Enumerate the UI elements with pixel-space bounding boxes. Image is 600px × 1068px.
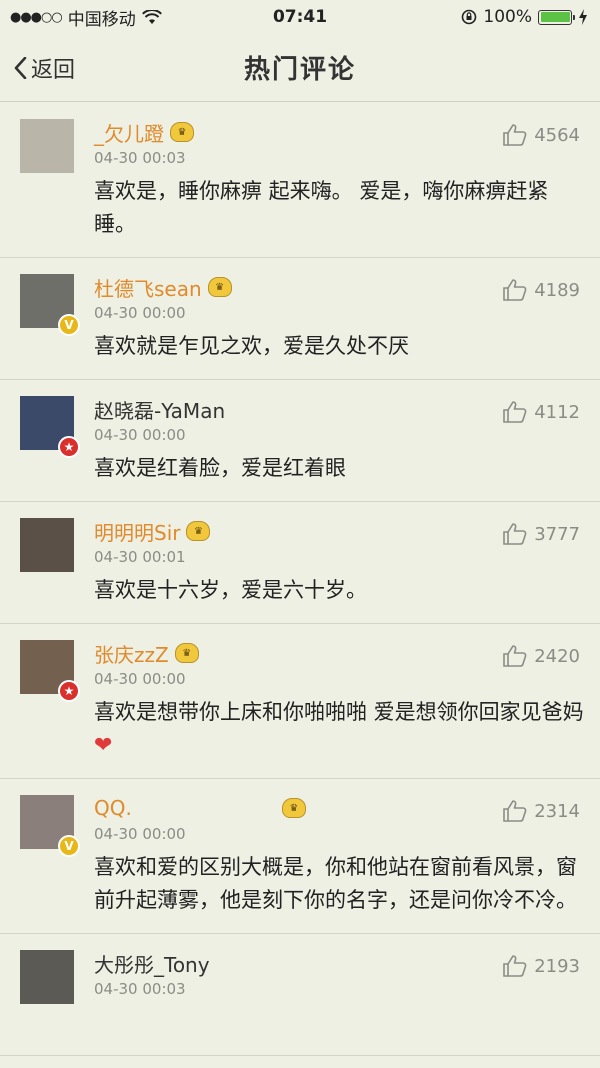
vip-crown-icon: ♛ <box>207 277 232 297</box>
comment-timestamp: 04-30 00:01 <box>94 548 186 566</box>
comment-text: 喜欢就是乍见之欢，爱是久处不厌 <box>94 334 409 358</box>
rotation-lock-icon <box>462 9 477 25</box>
username[interactable]: 大彤彤_Tony <box>94 949 210 978</box>
thumbs-up-icon <box>503 955 527 977</box>
username[interactable]: QQ. <box>94 796 132 820</box>
comment-timestamp: 04-30 00:00 <box>94 825 186 843</box>
comment-text: 喜欢和爱的区别大概是，你和他站在窗前看风景，窗前升起薄雾，他是刻下你的名字，还是… <box>94 855 577 912</box>
verified-badge: ★ <box>58 680 80 702</box>
thumbs-up-icon <box>503 401 527 423</box>
comment-item: V 杜德飞sean ♛ 04-30 00:00 喜欢就是乍见之欢，爱是久处不厌 … <box>0 258 600 380</box>
vip-crown-icon: ♛ <box>170 122 194 142</box>
comment-text <box>94 1006 584 1039</box>
avatar[interactable] <box>20 518 74 572</box>
thumbs-up-icon <box>503 279 527 301</box>
like-button[interactable]: 2193 <box>502 954 580 978</box>
avatar[interactable]: V <box>20 795 80 857</box>
username[interactable]: 杜德飞sean <box>94 273 202 302</box>
comment-text: 喜欢是红着脸，爱是红着眼 <box>94 456 346 480</box>
username[interactable]: _欠儿蹬 <box>94 118 164 147</box>
comment-timestamp: 04-30 00:03 <box>94 149 186 167</box>
avatar[interactable]: V <box>20 274 80 336</box>
verified-badge: ★ <box>58 436 80 458</box>
like-button[interactable]: 2420 <box>502 644 580 668</box>
comment-item: ★ 张庆zzZ ♛ 04-30 00:00 喜欢是想带你上床和你啪啪啪 爱是想领… <box>0 624 600 779</box>
navigation-bar: 返回 热门评论 <box>0 34 600 102</box>
comment-item: 大彤彤_Tony 04-30 00:03 2193 <box>0 934 600 1056</box>
status-bar: ●●●○○ 中国移动 07:41 100% <box>0 0 600 34</box>
like-count: 2420 <box>534 645 580 667</box>
username[interactable]: 赵晓磊-YaMan <box>94 395 225 424</box>
like-count: 4112 <box>534 401 580 423</box>
status-right: 100% <box>461 7 588 27</box>
comment-item: V QQ. ♛ 04-30 00:00 喜欢和爱的区别大概是，你和他站在窗前看风… <box>0 779 600 934</box>
like-count: 4564 <box>534 124 580 146</box>
username[interactable]: 张庆zzZ <box>94 639 169 668</box>
charging-icon <box>579 9 587 25</box>
comment-list: _欠儿蹬 ♛ 04-30 00:03 喜欢是，睡你麻痹 起来嗨。 爱是，嗨你麻痹… <box>0 103 600 1056</box>
comment-text: 喜欢是十六岁，爱是六十岁。 <box>94 578 367 602</box>
back-chevron-icon <box>14 57 27 79</box>
like-button[interactable]: 4112 <box>502 400 580 424</box>
comment-text: 喜欢是，睡你麻痹 起来嗨。 爱是，嗨你麻痹赶紧睡。 <box>94 179 549 236</box>
like-button[interactable]: 2314 <box>502 799 580 823</box>
comment-item: 明明明Sir ♛ 04-30 00:01 喜欢是十六岁，爱是六十岁。 3777 <box>0 502 600 624</box>
vip-crown-icon: ♛ <box>281 798 306 818</box>
like-count: 3777 <box>534 523 580 545</box>
like-button[interactable]: 3777 <box>502 522 580 546</box>
signal-strength-icon: ●●●○○ <box>10 9 63 25</box>
thumbs-up-icon <box>503 645 527 667</box>
avatar[interactable]: ★ <box>20 396 80 458</box>
comment-timestamp: 04-30 00:00 <box>94 304 186 322</box>
username[interactable]: 明明明Sir <box>94 517 180 546</box>
battery-level <box>540 12 570 22</box>
like-count: 2314 <box>534 800 580 822</box>
heart-emoji-icon: ❤ <box>94 733 113 758</box>
comment-timestamp: 04-30 00:03 <box>94 980 186 998</box>
comment-timestamp: 04-30 00:00 <box>94 670 186 688</box>
like-button[interactable]: 4564 <box>502 123 580 147</box>
avatar[interactable]: ★ <box>20 640 80 702</box>
verified-badge: V <box>58 314 80 336</box>
vip-crown-icon: ♛ <box>186 521 211 541</box>
page-title: 热门评论 <box>243 55 356 85</box>
like-count: 2193 <box>534 955 580 977</box>
thumbs-up-icon <box>503 523 527 545</box>
back-button[interactable]: 返回 <box>14 52 75 84</box>
comment-item: _欠儿蹬 ♛ 04-30 00:03 喜欢是，睡你麻痹 起来嗨。 爱是，嗨你麻痹… <box>0 103 600 258</box>
verified-badge: V <box>58 835 80 857</box>
comment-timestamp: 04-30 00:00 <box>94 426 186 444</box>
thumbs-up-icon <box>503 800 527 822</box>
wifi-icon <box>141 9 162 24</box>
battery-percent: 100% <box>483 7 532 27</box>
avatar[interactable] <box>20 119 74 173</box>
vip-crown-icon: ♛ <box>174 643 199 663</box>
comment-text: 喜欢是想带你上床和你啪啪啪 爱是想领你回家见爸妈❤ <box>94 700 584 758</box>
carrier-label: 中国移动 <box>67 9 136 30</box>
thumbs-up-icon <box>503 124 527 146</box>
comment-item: ★ 赵晓磊-YaMan 04-30 00:00 喜欢是红着脸，爱是红着眼 411… <box>0 380 600 502</box>
status-left: ●●●○○ 中国移动 <box>10 5 162 30</box>
like-count: 4189 <box>534 279 580 301</box>
battery-icon <box>538 9 575 25</box>
avatar[interactable] <box>20 950 74 1004</box>
back-label: 返回 <box>31 58 76 83</box>
like-button[interactable]: 4189 <box>502 278 580 302</box>
